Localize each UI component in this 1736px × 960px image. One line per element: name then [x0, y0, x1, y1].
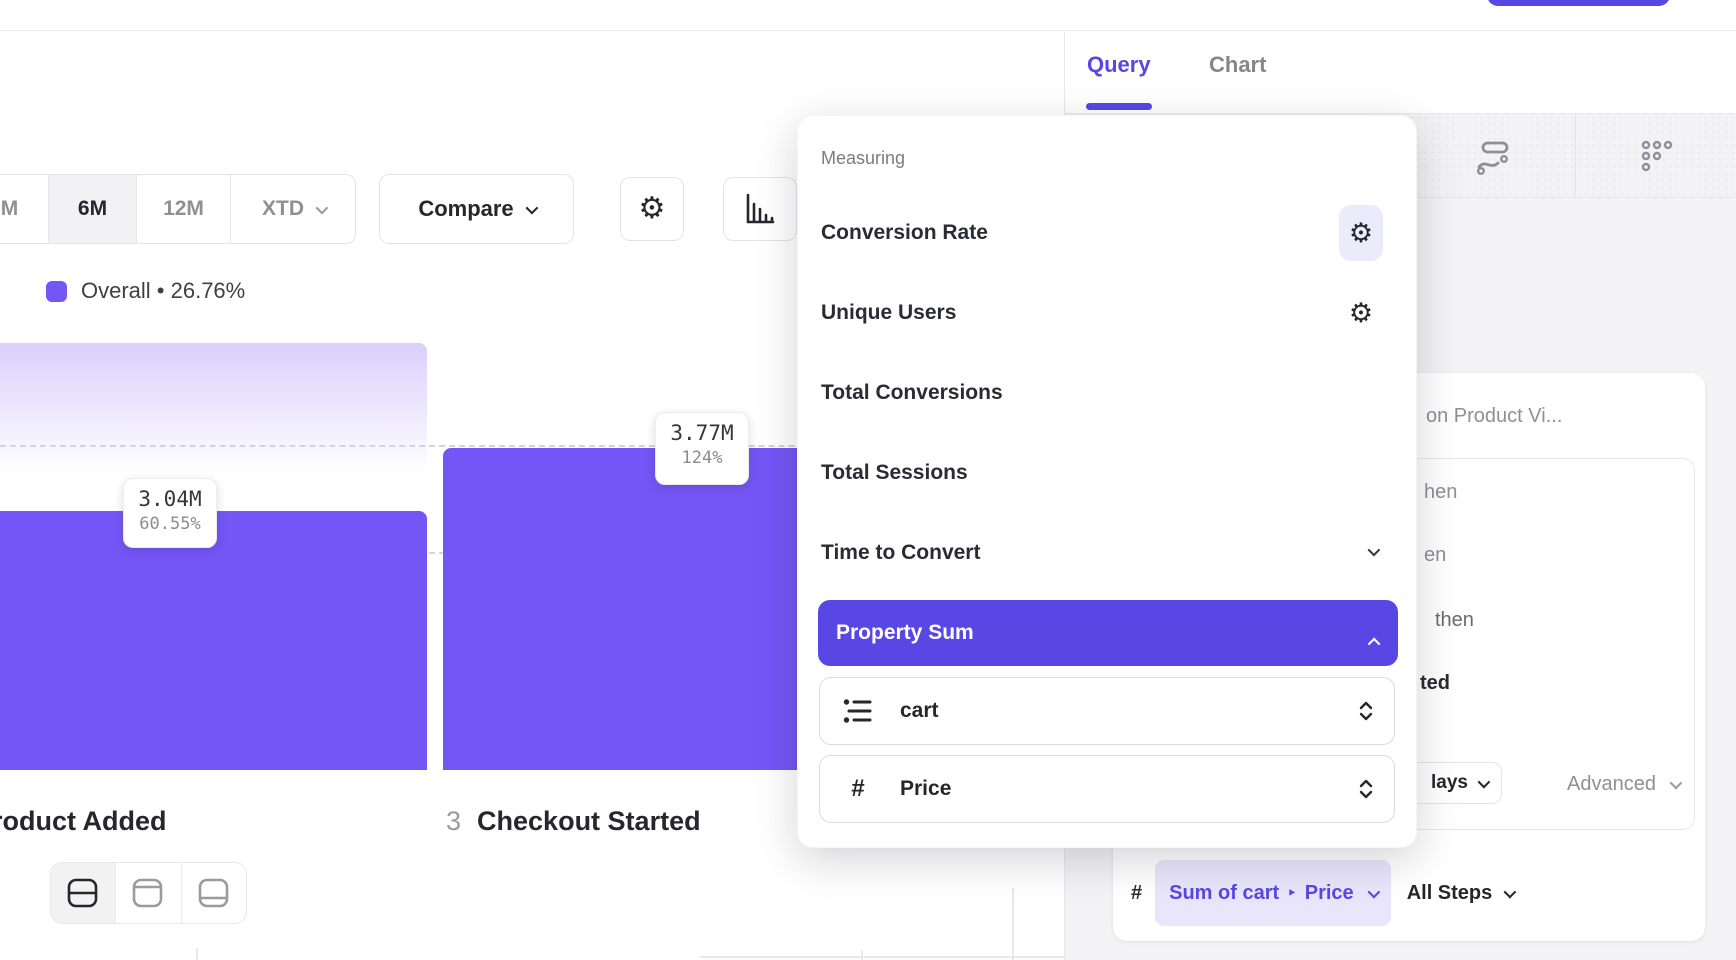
number-icon: #: [1131, 882, 1142, 905]
funnel-percent: 124%: [656, 448, 748, 468]
property-event-value: cart: [900, 699, 1358, 723]
active-tab-underline: [1086, 103, 1152, 110]
advanced-label: Advanced: [1567, 773, 1656, 796]
measurement-row: # Sum of cart ‣ Price All Steps: [1131, 860, 1513, 926]
chevron-down-icon: [316, 201, 329, 214]
primary-action-button-partial[interactable]: [1487, 0, 1670, 6]
dotted-grid-icon: [1638, 137, 1676, 175]
layout-split-button[interactable]: [51, 863, 116, 923]
bottom-bar-icon: [197, 877, 231, 909]
step-fragment: hen: [1424, 481, 1457, 504]
measuring-option-conversion-rate[interactable]: Conversion Rate: [821, 205, 1395, 261]
unique-users-settings-button[interactable]: ⚙: [1339, 285, 1383, 341]
step-fragment: en: [1424, 544, 1446, 567]
legend-color-swatch: [46, 281, 67, 302]
panel-layout-toggle: [50, 862, 247, 924]
funnel-value-tooltip: 3.04M 60.55%: [123, 478, 217, 548]
step-label-product-added: 2Product Added: [0, 806, 167, 837]
top-header-divider: [0, 0, 1736, 31]
property-sum-label: Property Sum: [836, 621, 974, 645]
step-name: Checkout Started: [477, 806, 701, 836]
bar-chart-icon: [742, 191, 778, 227]
table-fragment-divider: [1012, 888, 1014, 960]
advanced-button[interactable]: Advanced: [1567, 773, 1679, 796]
measuring-option-time-to-convert[interactable]: Time to Convert: [821, 525, 1395, 581]
funnel-value: 3.77M: [656, 421, 748, 445]
gear-icon: ⚙: [1349, 220, 1373, 247]
funnel-value: 3.04M: [124, 487, 216, 511]
property-event-select[interactable]: cart: [819, 677, 1395, 745]
legend-label: Overall • 26.76%: [81, 278, 245, 304]
measurement-chip[interactable]: Sum of cart ‣ Price: [1155, 860, 1391, 926]
range-option-12m[interactable]: 12M: [137, 175, 231, 243]
all-steps-dropdown[interactable]: All Steps: [1407, 882, 1514, 905]
conversion-window-label-fragment: lays: [1431, 772, 1468, 794]
time-range-segmented-control: M 6M 12M XTD: [0, 174, 356, 244]
table-fragment-rule: [700, 956, 1064, 958]
property-name-value: Price: [900, 777, 1358, 801]
step-fragment: then: [1435, 609, 1474, 632]
chevron-up-icon: [1368, 638, 1381, 651]
icon-strip-divider: [1575, 114, 1576, 198]
chart-settings-button[interactable]: ⚙: [620, 177, 684, 241]
up-down-icon: [1358, 699, 1374, 723]
legend: Overall • 26.76%: [46, 278, 245, 304]
chip-text: Sum of cart: [1169, 882, 1279, 905]
compare-label: Compare: [418, 196, 513, 222]
measuring-option-total-sessions[interactable]: Total Sessions: [821, 445, 1395, 501]
measuring-option-property-sum-selected[interactable]: Property Sum: [818, 600, 1398, 666]
chevron-down-icon: [1478, 775, 1491, 788]
property-name-select[interactable]: # Price: [819, 755, 1395, 823]
number-icon: #: [840, 775, 876, 803]
chart-type-button[interactable]: [723, 177, 797, 241]
tab-chart[interactable]: Chart: [1209, 52, 1266, 78]
up-down-icon: [1358, 777, 1374, 801]
step-name: Product Added: [0, 806, 167, 836]
layout-top-button[interactable]: [116, 863, 181, 923]
funnel-flow-button[interactable]: [1463, 126, 1523, 186]
chevron-down-icon: [525, 201, 538, 214]
layout-bottom-button[interactable]: [182, 863, 246, 923]
range-option-xtd[interactable]: XTD: [231, 175, 356, 243]
range-option-m[interactable]: M: [0, 175, 49, 243]
range-option-6m[interactable]: 6M: [49, 175, 137, 243]
split-horizontal-icon: [66, 877, 100, 909]
table-fragment-divider: [196, 948, 198, 960]
funnel-value-tooltip: 3.77M 124%: [655, 412, 749, 485]
funnel-flow-icon: [1474, 137, 1512, 175]
step-label-checkout-started: 3 Checkout Started: [446, 806, 701, 837]
table-fragment-divider: [861, 950, 863, 960]
conversion-rate-settings-button[interactable]: ⚙: [1339, 205, 1383, 261]
triangle-right-icon: ‣: [1287, 884, 1297, 902]
chevron-down-icon: [1504, 885, 1517, 898]
top-bar-icon: [131, 877, 165, 909]
chevron-down-icon: [1670, 777, 1683, 790]
tab-query[interactable]: Query: [1087, 52, 1151, 78]
measuring-option-total-conversions[interactable]: Total Conversions: [821, 365, 1395, 421]
more-apps-button[interactable]: [1627, 126, 1687, 186]
chip-property: Price: [1305, 882, 1354, 905]
chevron-down-icon: [1367, 885, 1380, 898]
compare-button[interactable]: Compare: [379, 174, 574, 244]
funnel-bar-product-added[interactable]: [0, 511, 427, 770]
gear-icon: ⚙: [639, 194, 666, 224]
measuring-popup: Measuring Conversion Rate Unique Users T…: [797, 115, 1417, 848]
popup-title: Measuring: [821, 148, 905, 169]
step-fragment: ted: [1420, 672, 1450, 695]
all-steps-label: All Steps: [1407, 882, 1493, 905]
range-option-xtd-label: XTD: [262, 197, 304, 221]
gear-icon: ⚙: [1349, 300, 1373, 327]
funnel-percent: 60.55%: [124, 514, 216, 534]
list-icon: [840, 698, 876, 724]
measuring-option-unique-users[interactable]: Unique Users: [821, 285, 1395, 341]
step-number: 3: [446, 806, 461, 836]
card-title-fragment: on Product Vi...: [1426, 405, 1562, 428]
